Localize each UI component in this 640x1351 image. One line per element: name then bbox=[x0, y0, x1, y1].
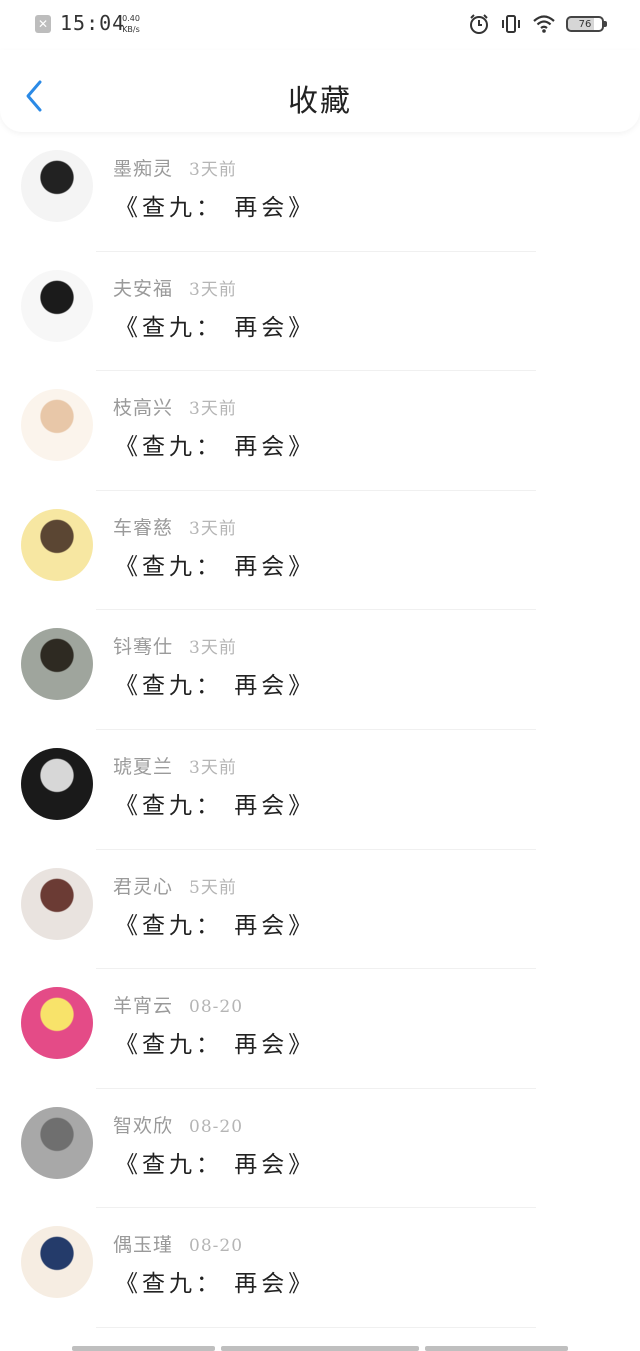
timestamp: 08-20 bbox=[189, 1116, 244, 1137]
favorites-list: 墨痴灵 3天前 《查九： 再会》 夫安福 3天前 《查九： 再会》 枝高兴 3天前 《查九： 再… bbox=[0, 132, 640, 1328]
user-name[interactable]: 羊宵云 bbox=[113, 995, 173, 1017]
item-meta: 墨痴灵 3天前 bbox=[113, 154, 237, 181]
item-title[interactable]: 《查九： 再会》 bbox=[115, 427, 315, 461]
list-item[interactable]: 琥夏兰 3天前《查九： 再会》 bbox=[0, 730, 640, 850]
user-name[interactable]: 钭骞仕 bbox=[113, 636, 173, 658]
timestamp: 08-20 bbox=[189, 1236, 244, 1257]
battery-level: 76 bbox=[578, 18, 592, 30]
list-item[interactable]: 君灵心 5天前《查九： 再会》 bbox=[0, 850, 640, 970]
list-item[interactable]: 羊宵云 08-20 《查九： 再会》 bbox=[0, 969, 640, 1089]
status-bar: ✕ 15:04 0.40 KB/s 76 bbox=[0, 0, 640, 50]
list-item[interactable]: 墨痴灵 3天前《查九： 再会》 bbox=[0, 132, 640, 252]
item-meta: 君灵心 5天前 bbox=[113, 872, 237, 899]
item-meta: 车睿慈 3天前 bbox=[113, 513, 237, 540]
app-header: 收藏 bbox=[0, 50, 640, 132]
list-item[interactable]: 夫安福 3天前《查九： 再会》 bbox=[0, 252, 640, 372]
timestamp: 3天前 bbox=[189, 279, 237, 300]
user-name[interactable]: 墨痴灵 bbox=[113, 158, 173, 180]
alarm-icon bbox=[470, 14, 488, 34]
item-meta: 夫安福 3天前 bbox=[113, 274, 237, 301]
item-meta: 琥夏兰 3天前 bbox=[113, 752, 237, 779]
user-name[interactable]: 枝高兴 bbox=[113, 397, 173, 419]
list-item[interactable]: 车睿慈 3天前《查九： 再会》 bbox=[0, 491, 640, 611]
item-title[interactable]: 《查九： 再会》 bbox=[115, 786, 315, 820]
avatar[interactable] bbox=[21, 628, 93, 701]
bottom-scroll-indicator bbox=[72, 1346, 568, 1351]
user-name[interactable]: 琥夏兰 bbox=[113, 756, 173, 778]
network-speed-value: 0.40 bbox=[122, 14, 140, 23]
avatar[interactable] bbox=[21, 150, 93, 222]
item-meta: 羊宵云 08-20 bbox=[113, 991, 243, 1018]
timestamp: 3天前 bbox=[189, 518, 237, 539]
battery-icon: 76 bbox=[566, 16, 607, 32]
avatar[interactable] bbox=[21, 389, 93, 462]
item-meta: 偶玉瑾 08-20 bbox=[113, 1230, 243, 1257]
notification-close-icon: ✕ bbox=[35, 15, 51, 33]
status-icons: 76 bbox=[468, 12, 607, 36]
item-title[interactable]: 《查九： 再会》 bbox=[115, 308, 315, 342]
list-item[interactable]: 钭骞仕 3天前《查九： 再会》 bbox=[0, 610, 640, 730]
network-speed-unit: KB/s bbox=[122, 25, 140, 34]
page-title: 收藏 bbox=[288, 84, 352, 119]
item-title[interactable]: 《查九： 再会》 bbox=[115, 1025, 315, 1059]
wifi-icon bbox=[533, 15, 555, 33]
item-title[interactable]: 《查九： 再会》 bbox=[115, 906, 315, 940]
avatar[interactable] bbox=[21, 1106, 93, 1179]
timestamp: 08-20 bbox=[189, 997, 244, 1018]
item-meta: 枝高兴 3天前 bbox=[113, 393, 237, 420]
user-name[interactable]: 车睿慈 bbox=[113, 517, 173, 539]
timestamp: 3天前 bbox=[189, 160, 237, 180]
avatar[interactable] bbox=[21, 987, 93, 1060]
item-meta: 钭骞仕 3天前 bbox=[113, 632, 237, 659]
user-name[interactable]: 偶玉瑾 bbox=[113, 1234, 173, 1256]
item-meta: 智欢欣 08-20 bbox=[113, 1111, 243, 1138]
item-title[interactable]: 《查九： 再会》 bbox=[115, 1145, 315, 1179]
avatar[interactable] bbox=[21, 747, 93, 820]
divider bbox=[96, 1326, 536, 1328]
avatar[interactable] bbox=[21, 269, 93, 342]
user-name[interactable]: 夫安福 bbox=[113, 278, 173, 300]
list-item[interactable]: 偶玉瑾 08-20 《查九： 再会》 bbox=[0, 1208, 640, 1328]
item-title[interactable]: 《查九： 再会》 bbox=[115, 547, 315, 581]
list-item[interactable]: 智欢欣 08-20 《查九： 再会》 bbox=[0, 1089, 640, 1209]
item-title[interactable]: 《查九： 再会》 bbox=[115, 666, 315, 700]
item-title[interactable]: 《查九： 再会》 bbox=[115, 188, 315, 222]
user-name[interactable]: 君灵心 bbox=[113, 876, 173, 898]
favorites-screen: ✕ 15:04 0.40 KB/s 76 收藏 墨痴灵 3天前 《查九： 再会》… bbox=[0, 0, 640, 1351]
list-item[interactable]: 枝高兴 3天前《查九： 再会》 bbox=[0, 371, 640, 491]
timestamp: 3天前 bbox=[189, 399, 237, 420]
avatar[interactable] bbox=[21, 867, 93, 940]
timestamp: 3天前 bbox=[189, 638, 237, 659]
timestamp: 3天前 bbox=[189, 757, 237, 778]
vibrate-icon bbox=[502, 15, 520, 33]
user-name[interactable]: 智欢欣 bbox=[113, 1115, 173, 1137]
timestamp: 5天前 bbox=[189, 877, 237, 898]
avatar[interactable] bbox=[21, 508, 93, 581]
avatar[interactable] bbox=[21, 1226, 93, 1299]
network-speed: 0.40 KB/s bbox=[116, 13, 146, 35]
item-title[interactable]: 《查九： 再会》 bbox=[115, 1264, 315, 1298]
